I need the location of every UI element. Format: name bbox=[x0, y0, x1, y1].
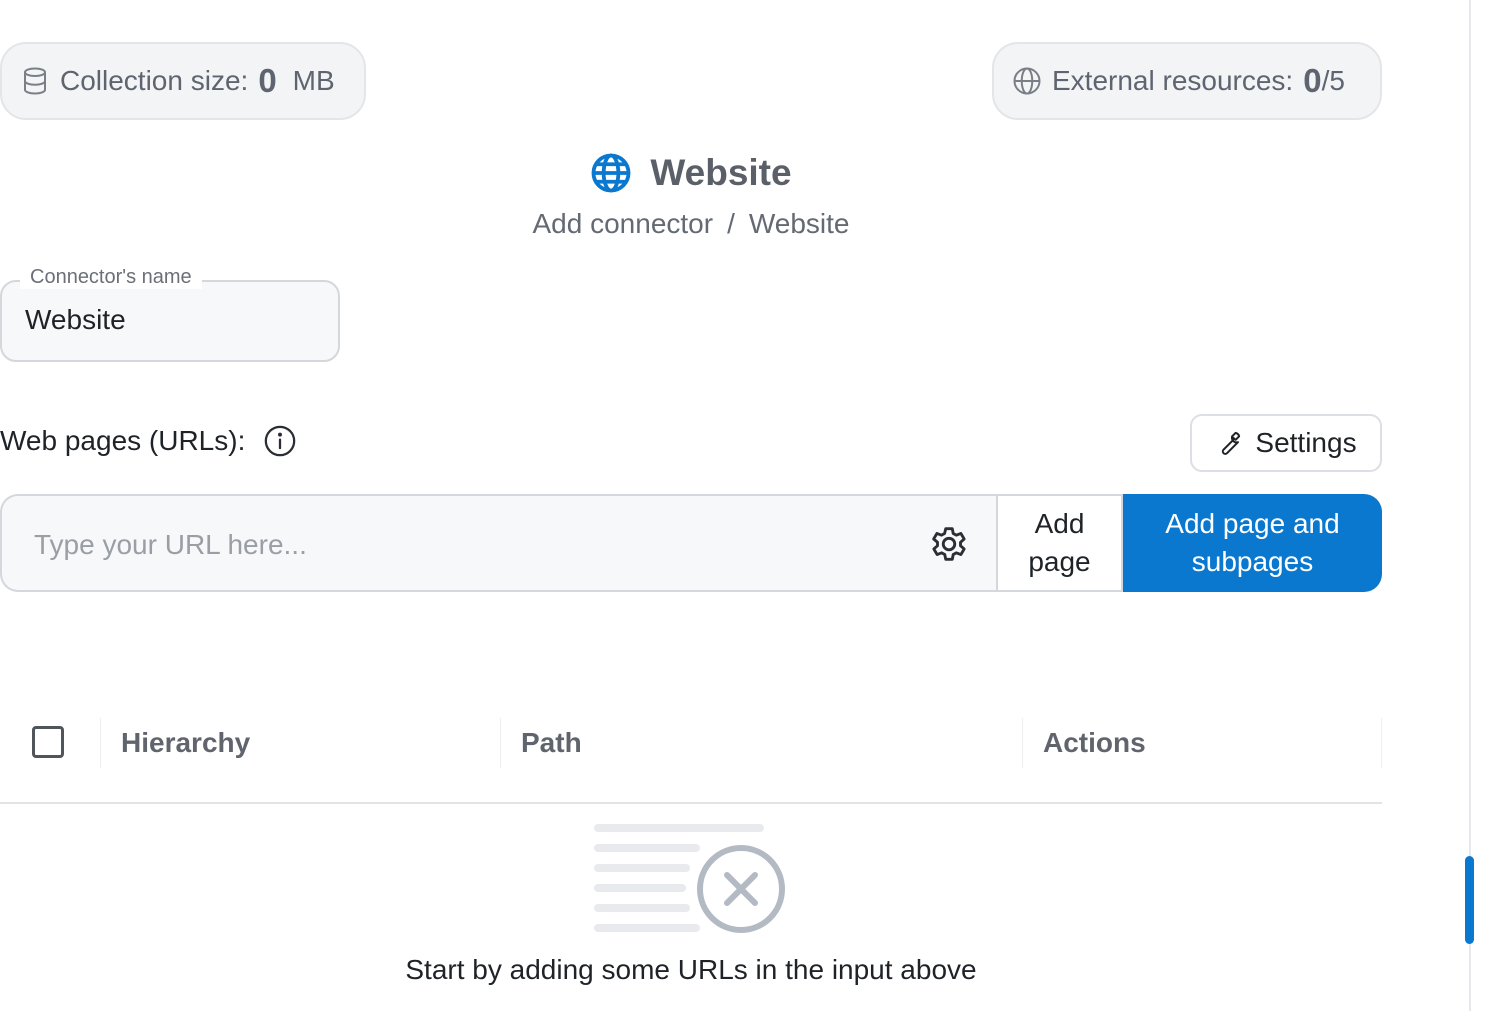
add-subpages-line-2: subpages bbox=[1191, 546, 1314, 577]
external-resources-badge: External resources: 0 /5 bbox=[992, 42, 1382, 120]
column-header-actions[interactable]: Actions bbox=[1022, 718, 1382, 768]
column-header-label: Actions bbox=[1043, 727, 1146, 758]
gear-icon[interactable] bbox=[926, 521, 972, 567]
info-icon[interactable] bbox=[263, 424, 297, 458]
table-header: Hierarchy Path Actions bbox=[0, 718, 1382, 804]
connector-name-label: Connector's name bbox=[20, 266, 202, 289]
page-title: Website bbox=[650, 152, 792, 193]
column-header-hierarchy[interactable]: Hierarchy bbox=[100, 718, 500, 768]
add-page-line-1: Add bbox=[1034, 508, 1085, 539]
url-input-container bbox=[0, 494, 996, 592]
database-icon bbox=[24, 67, 46, 95]
collection-size-label: Collection size: bbox=[60, 65, 249, 96]
select-all-checkbox[interactable] bbox=[32, 726, 64, 758]
column-header-label: Hierarchy bbox=[121, 727, 251, 758]
add-page-line-2: page bbox=[1028, 546, 1091, 577]
settings-button-label: Settings bbox=[1255, 427, 1357, 458]
globe-outline-icon bbox=[1013, 67, 1041, 95]
web-pages-label: Web pages (URLs): bbox=[0, 425, 246, 456]
breadcrumb-add-connector[interactable]: Add connector bbox=[533, 208, 714, 239]
connector-name-value[interactable]: Website bbox=[25, 304, 126, 336]
column-header-label: Path bbox=[521, 727, 582, 758]
add-subpages-line-1: Add page and bbox=[1165, 508, 1340, 539]
url-input[interactable] bbox=[32, 520, 896, 570]
breadcrumb: Add connector / Website bbox=[0, 208, 1382, 240]
add-page-button[interactable]: Add page bbox=[996, 494, 1123, 592]
external-resources-total: /5 bbox=[1321, 65, 1345, 96]
web-pages-label-row: Web pages (URLs): bbox=[0, 424, 297, 458]
wrench-icon bbox=[1222, 431, 1241, 455]
breadcrumb-current: Website bbox=[748, 208, 850, 239]
globe-icon bbox=[591, 153, 631, 193]
collection-size-badge: Collection size: 0 MB bbox=[0, 42, 366, 120]
connector-name-field[interactable]: Connector's name Website bbox=[0, 266, 340, 362]
scrollbar-thumb[interactable] bbox=[1465, 856, 1474, 944]
connector-page: Collection size: 0 MB External resources… bbox=[0, 0, 1500, 1011]
external-resources-value: 0 bbox=[1303, 62, 1322, 99]
column-header-path[interactable]: Path bbox=[500, 718, 1022, 768]
url-input-row: Add page Add page and subpages bbox=[0, 494, 1382, 592]
empty-list-icon bbox=[594, 824, 785, 933]
breadcrumb-separator: / bbox=[727, 208, 735, 239]
add-page-and-subpages-button[interactable]: Add page and subpages bbox=[1123, 494, 1382, 592]
collection-size-unit: MB bbox=[292, 65, 335, 96]
settings-button[interactable]: Settings bbox=[1190, 414, 1382, 472]
external-resources-label: External resources: bbox=[1052, 65, 1294, 96]
page-heading: Website bbox=[0, 152, 1382, 194]
collection-size-value: 0 bbox=[258, 62, 277, 99]
empty-state-message: Start by adding some URLs in the input a… bbox=[405, 954, 977, 985]
